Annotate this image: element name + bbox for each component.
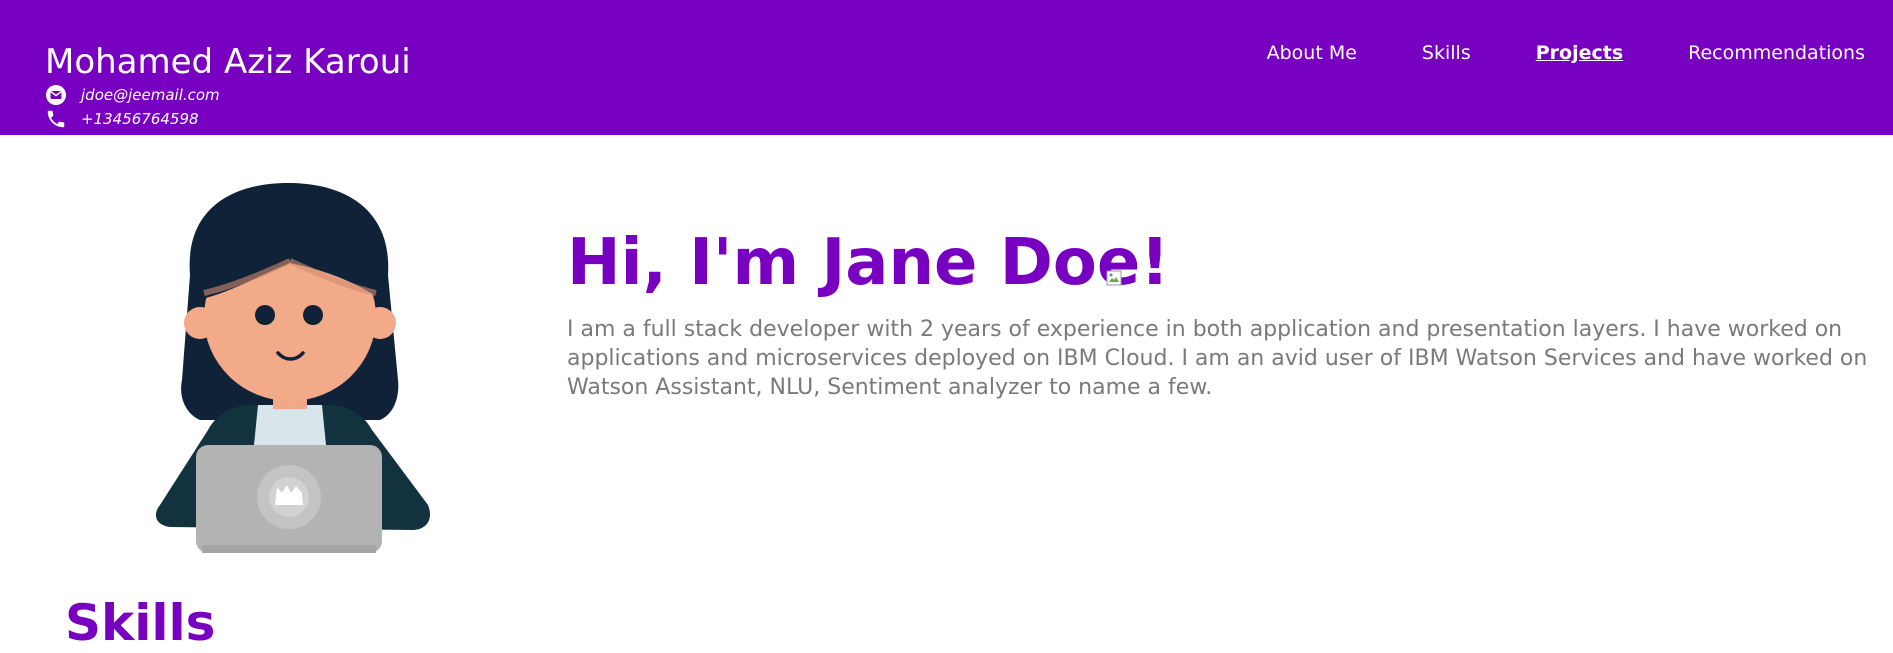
site-header: Mohamed Aziz Karoui jdoe@jeemail.com +13…	[0, 0, 1893, 135]
hero-title: Hi, I'm Jane Doe!	[567, 226, 1170, 300]
broken-image-icon	[1106, 270, 1122, 286]
nav-projects[interactable]: Projects	[1536, 42, 1623, 64]
hero-bio: I am a full stack developer with 2 years…	[567, 317, 1868, 400]
email-text[interactable]: jdoe@jeemail.com	[81, 86, 220, 104]
envelope-icon	[45, 84, 67, 106]
nav-recommendations[interactable]: Recommendations	[1688, 42, 1865, 64]
nav-about-me[interactable]: About Me	[1267, 42, 1357, 64]
email-contact: jdoe@jeemail.com	[45, 84, 220, 106]
main-nav: About Me Skills Projects Recommendations	[1267, 42, 1865, 64]
phone-icon	[45, 108, 67, 130]
nav-skills[interactable]: Skills	[1422, 42, 1471, 64]
avatar-illustration	[130, 175, 450, 555]
skills-section-title: Skills	[65, 594, 216, 652]
phone-text[interactable]: +13456764598	[81, 110, 199, 128]
phone-contact: +13456764598	[45, 108, 199, 130]
site-name: Mohamed Aziz Karoui	[45, 42, 411, 82]
